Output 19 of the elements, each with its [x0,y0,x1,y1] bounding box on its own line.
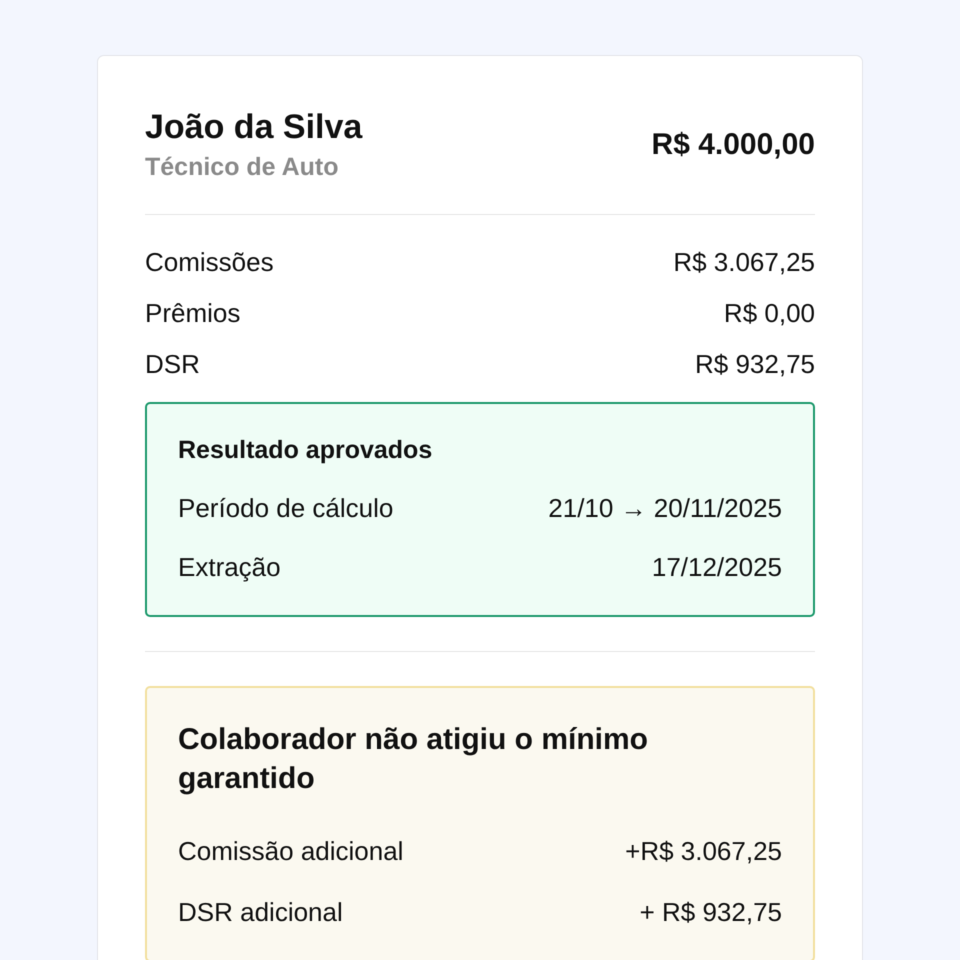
row-label: DSR adicional [178,897,343,928]
row-value: R$ 0,00 [724,298,815,329]
row-label: Prêmios [145,298,240,329]
row-value: 21/10 → 20/11/2025 [548,493,782,524]
row-value: + R$ 932,75 [640,897,782,928]
row-label: Extração [178,552,281,583]
total-amount: R$ 4.000,00 [652,128,815,162]
employee-role: Técnico de Auto [145,153,340,182]
row-label: DSR [145,349,200,380]
row-value: 17/12/2025 [652,552,782,583]
row-label: Período de cálculo [178,493,394,524]
row-value: R$ 3.067,25 [673,247,815,278]
row-value: +R$ 3.067,25 [625,836,782,867]
row-label: Comissões [145,247,274,278]
panel-title: Colaborador não atigiu o mínimo garantido [178,722,650,797]
row-label: Comissão adicional [178,836,404,867]
panel-title: Resultado aprovados [178,436,434,465]
row-value: R$ 932,75 [695,349,815,380]
employee-name: João da Silva [145,108,362,147]
